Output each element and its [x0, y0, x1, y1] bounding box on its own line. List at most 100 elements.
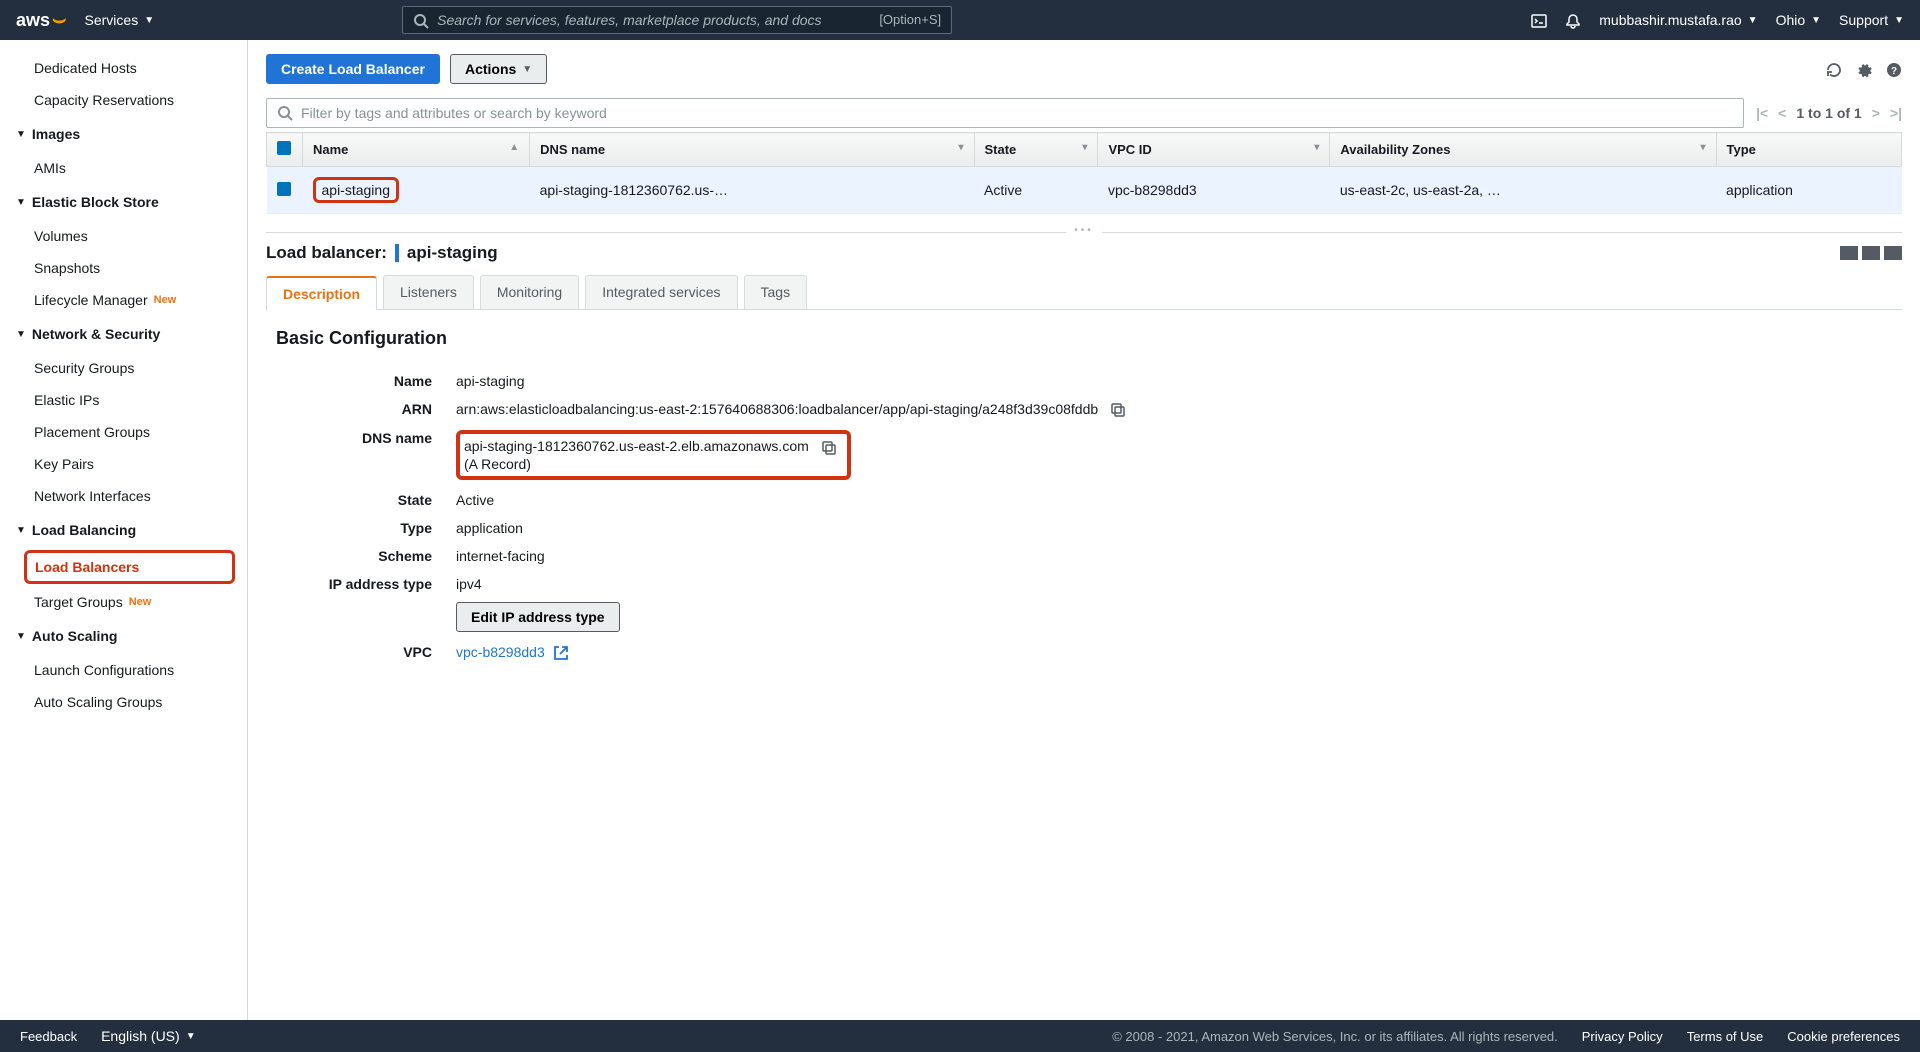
terms-link[interactable]: Terms of Use [1687, 1029, 1764, 1044]
support-menu[interactable]: Support ▼ [1839, 12, 1904, 28]
sort-icon: ▾ [1314, 142, 1319, 153]
sidebar-item-security-groups[interactable]: Security Groups [0, 352, 247, 384]
region-menu[interactable]: Ohio ▼ [1776, 12, 1821, 28]
detail-body: Basic Configuration Name api-staging ARN… [266, 310, 1902, 685]
filter-input[interactable] [301, 105, 1733, 121]
chevron-down-icon: ▼ [144, 15, 154, 26]
chevron-down-icon: ▼ [16, 525, 26, 536]
page-next-icon[interactable]: > [1872, 105, 1880, 121]
row-checkbox[interactable] [277, 182, 291, 196]
edit-ip-address-type-button[interactable]: Edit IP address type [456, 602, 620, 632]
view-layout-icons [1840, 246, 1902, 260]
chevron-down-icon: ▼ [522, 64, 532, 75]
action-bar: Create Load Balancer Actions ▼ ? [266, 54, 1902, 84]
copy-icon[interactable] [821, 438, 837, 454]
detail-header: Load balancer: api-staging [266, 243, 1902, 263]
sidebar-section-network-security[interactable]: ▼ Network & Security [0, 316, 247, 352]
detail-row-type: Type application [276, 514, 1892, 542]
chevron-down-icon: ▼ [16, 329, 26, 340]
sort-icon: ▾ [1082, 142, 1087, 153]
svg-text:?: ? [1891, 66, 1897, 77]
sidebar-item-dedicated-hosts[interactable]: Dedicated Hosts [0, 52, 247, 84]
search-icon [277, 105, 293, 121]
sidebar-item-load-balancers[interactable]: Load Balancers [24, 550, 235, 584]
notifications-icon[interactable] [1565, 10, 1581, 31]
row-az: us-east-2c, us-east-2a, … [1330, 167, 1716, 214]
chevron-down-icon: ▼ [1894, 15, 1904, 26]
search-input[interactable] [437, 12, 871, 28]
sidebar-item-snapshots[interactable]: Snapshots [0, 252, 247, 284]
row-type: application [1716, 167, 1901, 214]
language-selector[interactable]: English (US) ▼ [101, 1028, 196, 1044]
settings-icon[interactable] [1856, 59, 1872, 80]
feedback-link[interactable]: Feedback [20, 1029, 77, 1044]
help-icon[interactable]: ? [1886, 59, 1902, 80]
detail-row-dns: DNS name api-staging-1812360762.us-east-… [276, 424, 1892, 485]
panel-splitter[interactable] [266, 232, 1902, 233]
layout-1-icon[interactable] [1840, 246, 1858, 260]
sidebar-item-capacity-reservations[interactable]: Capacity Reservations [0, 84, 247, 116]
sidebar-item-volumes[interactable]: Volumes [0, 220, 247, 252]
sidebar-item-amis[interactable]: AMIs [0, 152, 247, 184]
sidebar-section-load-balancing[interactable]: ▼ Load Balancing [0, 512, 247, 548]
page-first-icon[interactable]: |< [1756, 105, 1768, 121]
account-menu[interactable]: mubbashir.mustafa.rao ▼ [1599, 12, 1757, 28]
col-az[interactable]: Availability Zones▾ [1330, 133, 1716, 167]
tab-integrated-services[interactable]: Integrated services [585, 275, 737, 309]
chevron-down-icon: ▼ [16, 129, 26, 140]
layout-2-icon[interactable] [1862, 246, 1880, 260]
services-menu[interactable]: Services ▼ [85, 12, 155, 28]
filter-input-wrapper[interactable] [266, 98, 1744, 128]
external-link-icon [553, 644, 569, 660]
global-search[interactable]: [Option+S] [402, 6, 952, 33]
create-load-balancer-button[interactable]: Create Load Balancer [266, 54, 440, 84]
col-dns[interactable]: DNS name▾ [530, 133, 974, 167]
col-name[interactable]: Name▲ [303, 133, 530, 167]
actions-button[interactable]: Actions ▼ [450, 54, 547, 84]
refresh-icon[interactable] [1826, 59, 1842, 80]
sidebar-item-target-groups[interactable]: Target Groups New [0, 586, 247, 618]
sidebar-item-auto-scaling-groups[interactable]: Auto Scaling Groups [0, 686, 247, 718]
col-state[interactable]: State▾ [974, 133, 1098, 167]
sidebar-section-ebs[interactable]: ▼ Elastic Block Store [0, 184, 247, 220]
sidebar-item-placement-groups[interactable]: Placement Groups [0, 416, 247, 448]
sidebar-item-network-interfaces[interactable]: Network Interfaces [0, 480, 247, 512]
page-prev-icon[interactable]: < [1778, 105, 1786, 121]
col-vpc[interactable]: VPC ID▾ [1098, 133, 1330, 167]
sidebar-section-images[interactable]: ▼ Images [0, 116, 247, 152]
aws-logo[interactable]: aws⌣ [16, 10, 67, 31]
pagination: |< < 1 to 1 of 1 > >| [1756, 105, 1902, 121]
search-icon [413, 11, 429, 28]
new-badge: New [154, 294, 177, 306]
tab-description[interactable]: Description [266, 276, 377, 310]
pagination-text: 1 to 1 of 1 [1796, 105, 1861, 121]
page-last-icon[interactable]: >| [1890, 105, 1902, 121]
tab-listeners[interactable]: Listeners [383, 275, 474, 309]
table-row[interactable]: api-staging api-staging-1812360762.us-… … [267, 167, 1902, 214]
select-all-checkbox[interactable] [277, 141, 291, 155]
col-type[interactable]: Type [1716, 133, 1901, 167]
privacy-link[interactable]: Privacy Policy [1582, 1029, 1663, 1044]
sort-icon: ▾ [958, 142, 963, 153]
sidebar-item-launch-configurations[interactable]: Launch Configurations [0, 654, 247, 686]
vpc-link[interactable]: vpc-b8298dd3 [456, 644, 569, 660]
new-badge: New [129, 596, 152, 608]
region-label: Ohio [1776, 12, 1806, 28]
layout-3-icon[interactable] [1884, 246, 1902, 260]
top-navigation: aws⌣ Services ▼ [Option+S] mubbashir.mus… [0, 0, 1920, 40]
chevron-down-icon: ▼ [1748, 15, 1758, 26]
sidebar-item-lifecycle-manager[interactable]: Lifecycle Manager New [0, 284, 247, 316]
tab-monitoring[interactable]: Monitoring [480, 275, 579, 309]
detail-row-name: Name api-staging [276, 367, 1892, 395]
table-header-row: Name▲ DNS name▾ State▾ VPC ID▾ Availabil… [267, 133, 1902, 167]
sidebar-section-auto-scaling[interactable]: ▼ Auto Scaling [0, 618, 247, 654]
cookies-link[interactable]: Cookie preferences [1787, 1029, 1900, 1044]
detail-header-name: api-staging [407, 243, 498, 263]
tab-tags[interactable]: Tags [744, 275, 808, 309]
sidebar-item-key-pairs[interactable]: Key Pairs [0, 448, 247, 480]
copy-icon[interactable] [1110, 401, 1126, 417]
sidebar-item-elastic-ips[interactable]: Elastic IPs [0, 384, 247, 416]
cloudshell-icon[interactable] [1531, 10, 1547, 31]
sidebar: Dedicated Hosts Capacity Reservations ▼ … [0, 40, 248, 1020]
detail-row-scheme: Scheme internet-facing [276, 542, 1892, 570]
